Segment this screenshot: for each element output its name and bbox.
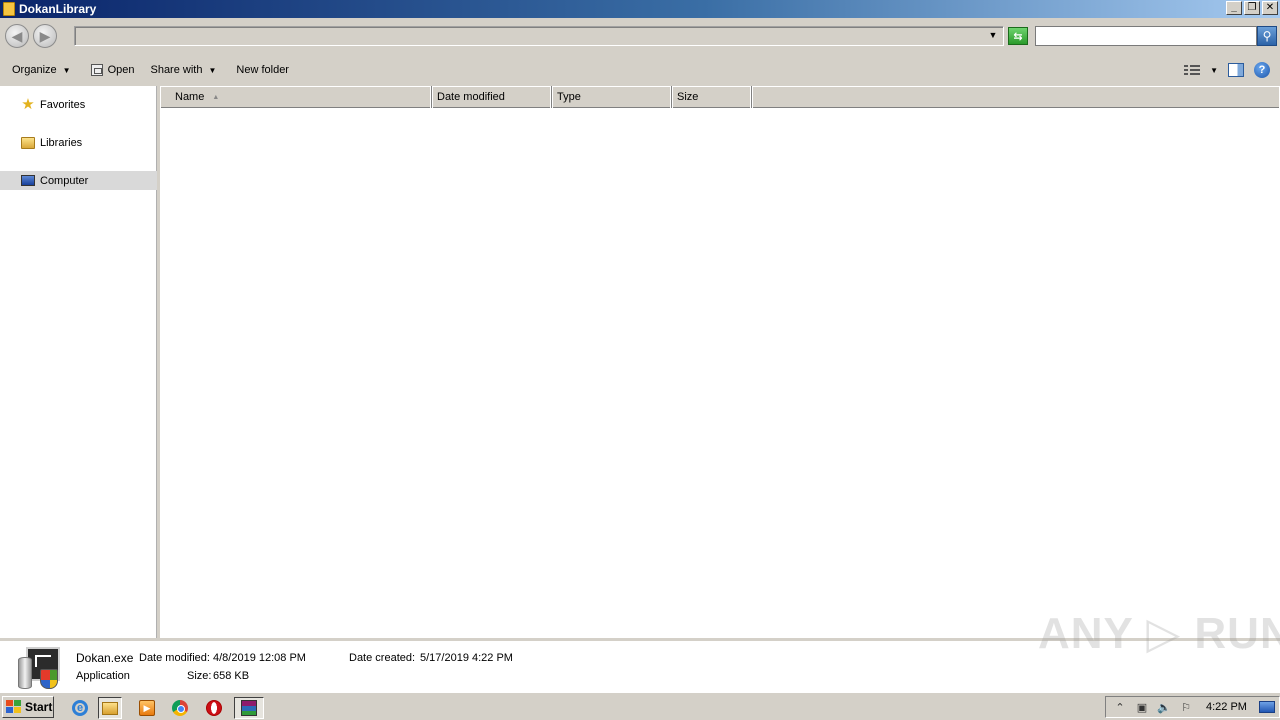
details-date-modified-label: Date modified: (139, 652, 210, 664)
sort-ascending-icon: ▲ (212, 93, 220, 101)
start-button[interactable]: Start (2, 696, 54, 718)
column-headers: Name ▲ Date modified Type Size (160, 86, 1280, 108)
folder-icon (3, 2, 15, 16)
nav-item-libraries[interactable]: Libraries (0, 133, 157, 152)
taskbar-winrar[interactable] (234, 697, 264, 719)
taskbar-windows-explorer[interactable] (98, 697, 122, 719)
share-with-menu[interactable]: Share with ▼ (144, 59, 222, 81)
file-list[interactable]: Name ▲ Date modified Type Size (160, 86, 1280, 638)
media-player-icon: ▶ (139, 700, 155, 716)
nav-item-label: Favorites (40, 98, 86, 111)
computer-icon (20, 174, 36, 188)
column-header-date-modified[interactable]: Date modified (432, 86, 552, 108)
column-header-size[interactable]: Size (672, 86, 752, 108)
search-icon: ⚲ (1262, 29, 1272, 43)
show-hidden-icons-icon[interactable]: ⌃ (1112, 699, 1128, 715)
details-date-modified-value: 4/8/2019 12:08 PM (213, 652, 306, 664)
search-input[interactable] (1035, 26, 1257, 46)
taskbar-internet-explorer[interactable]: e (68, 697, 92, 719)
forward-button[interactable]: ▶ (33, 24, 57, 48)
details-file-type: Application (76, 670, 130, 682)
libraries-icon (20, 136, 36, 150)
taskbar-chrome[interactable] (168, 697, 192, 719)
show-desktop-icon[interactable] (1259, 701, 1275, 713)
details-date-created-label: Date created: (349, 652, 416, 664)
details-date-created-value: 5/17/2019 4:22 PM (420, 652, 513, 664)
taskbar-media-player[interactable]: ▶ (135, 697, 159, 719)
taskbar-opera[interactable] (202, 697, 226, 719)
details-size-label: Size: (187, 670, 212, 682)
taskbar: Start e ▶ ⌃ ▣ 🔈 ⚐ 4:22 PM (0, 692, 1280, 720)
close-button[interactable]: ✕ (1262, 1, 1278, 15)
share-with-label: Share with (150, 64, 203, 76)
refresh-icon: ⇆ (1013, 30, 1023, 43)
nav-item-label: Computer (40, 174, 89, 187)
system-tray: ⌃ ▣ 🔈 ⚐ 4:22 PM (1105, 696, 1280, 718)
open-button[interactable]: Open (85, 59, 141, 81)
column-header-type[interactable]: Type (552, 86, 672, 108)
address-bar-row: ◀ ▶ ▼ ⇆ ⚲ (0, 18, 1280, 54)
forward-arrow-icon: ▶ (39, 27, 51, 44)
chrome-icon (172, 700, 188, 716)
clock[interactable]: 4:22 PM (1206, 701, 1247, 713)
address-input[interactable] (74, 26, 1004, 46)
internet-explorer-icon: e (72, 700, 88, 716)
navigation-pane: ★ Favorites Libraries Computer (0, 86, 157, 638)
chevron-down-icon: ▼ (208, 65, 217, 75)
nav-item-computer[interactable]: Computer (0, 171, 157, 190)
details-file-name: Dokan.exe (76, 651, 134, 665)
opera-icon (206, 700, 222, 716)
restore-button[interactable]: ❐ (1244, 1, 1260, 15)
chevron-down-icon: ▼ (62, 65, 71, 75)
start-label: Start (25, 700, 53, 714)
change-view-icon[interactable] (1184, 64, 1201, 76)
column-header-filler (752, 86, 1280, 108)
volume-icon[interactable]: 🔈 (1156, 699, 1172, 715)
back-arrow-icon: ◀ (11, 27, 23, 44)
window-controls: _ ❐ ✕ (1226, 1, 1278, 15)
new-folder-button[interactable]: New folder (230, 59, 295, 81)
address-dropdown-icon[interactable]: ▼ (986, 30, 1000, 42)
network-icon[interactable]: ▣ (1134, 699, 1150, 715)
refresh-button[interactable]: ⇆ (1008, 27, 1028, 45)
minimize-button[interactable]: _ (1226, 1, 1242, 15)
command-bar: Organize ▼ Open Share with ▼ New folder … (0, 54, 1280, 86)
nav-item-favorites[interactable]: ★ Favorites (0, 95, 157, 114)
view-options-dropdown-icon[interactable]: ▼ (1210, 66, 1218, 75)
search-button[interactable]: ⚲ (1257, 26, 1277, 46)
help-icon[interactable]: ? (1254, 62, 1270, 78)
window-title: DokanLibrary (19, 2, 97, 16)
column-header-name[interactable]: Name ▲ (160, 86, 432, 108)
new-folder-label: New folder (236, 64, 289, 76)
view-controls: ▼ ? (1184, 62, 1270, 78)
nav-item-label: Libraries (40, 136, 83, 149)
organize-label: Organize (12, 64, 57, 76)
anyrun-watermark: ANY ▷ RUN (1038, 609, 1280, 658)
title-bar: DokanLibrary _ ❐ ✕ (0, 0, 1280, 18)
windows-logo-icon (6, 700, 22, 714)
windows-explorer-icon (102, 701, 118, 715)
action-center-flag-icon[interactable]: ⚐ (1178, 699, 1194, 715)
winrar-icon (241, 700, 257, 716)
open-icon (90, 64, 103, 76)
details-size-value: 658 KB (213, 670, 250, 682)
organize-menu[interactable]: Organize ▼ (6, 59, 77, 81)
installer-icon (18, 647, 64, 691)
star-icon: ★ (21, 95, 35, 113)
preview-pane-icon[interactable] (1228, 63, 1244, 77)
back-button[interactable]: ◀ (5, 24, 29, 48)
open-label: Open (107, 64, 135, 76)
